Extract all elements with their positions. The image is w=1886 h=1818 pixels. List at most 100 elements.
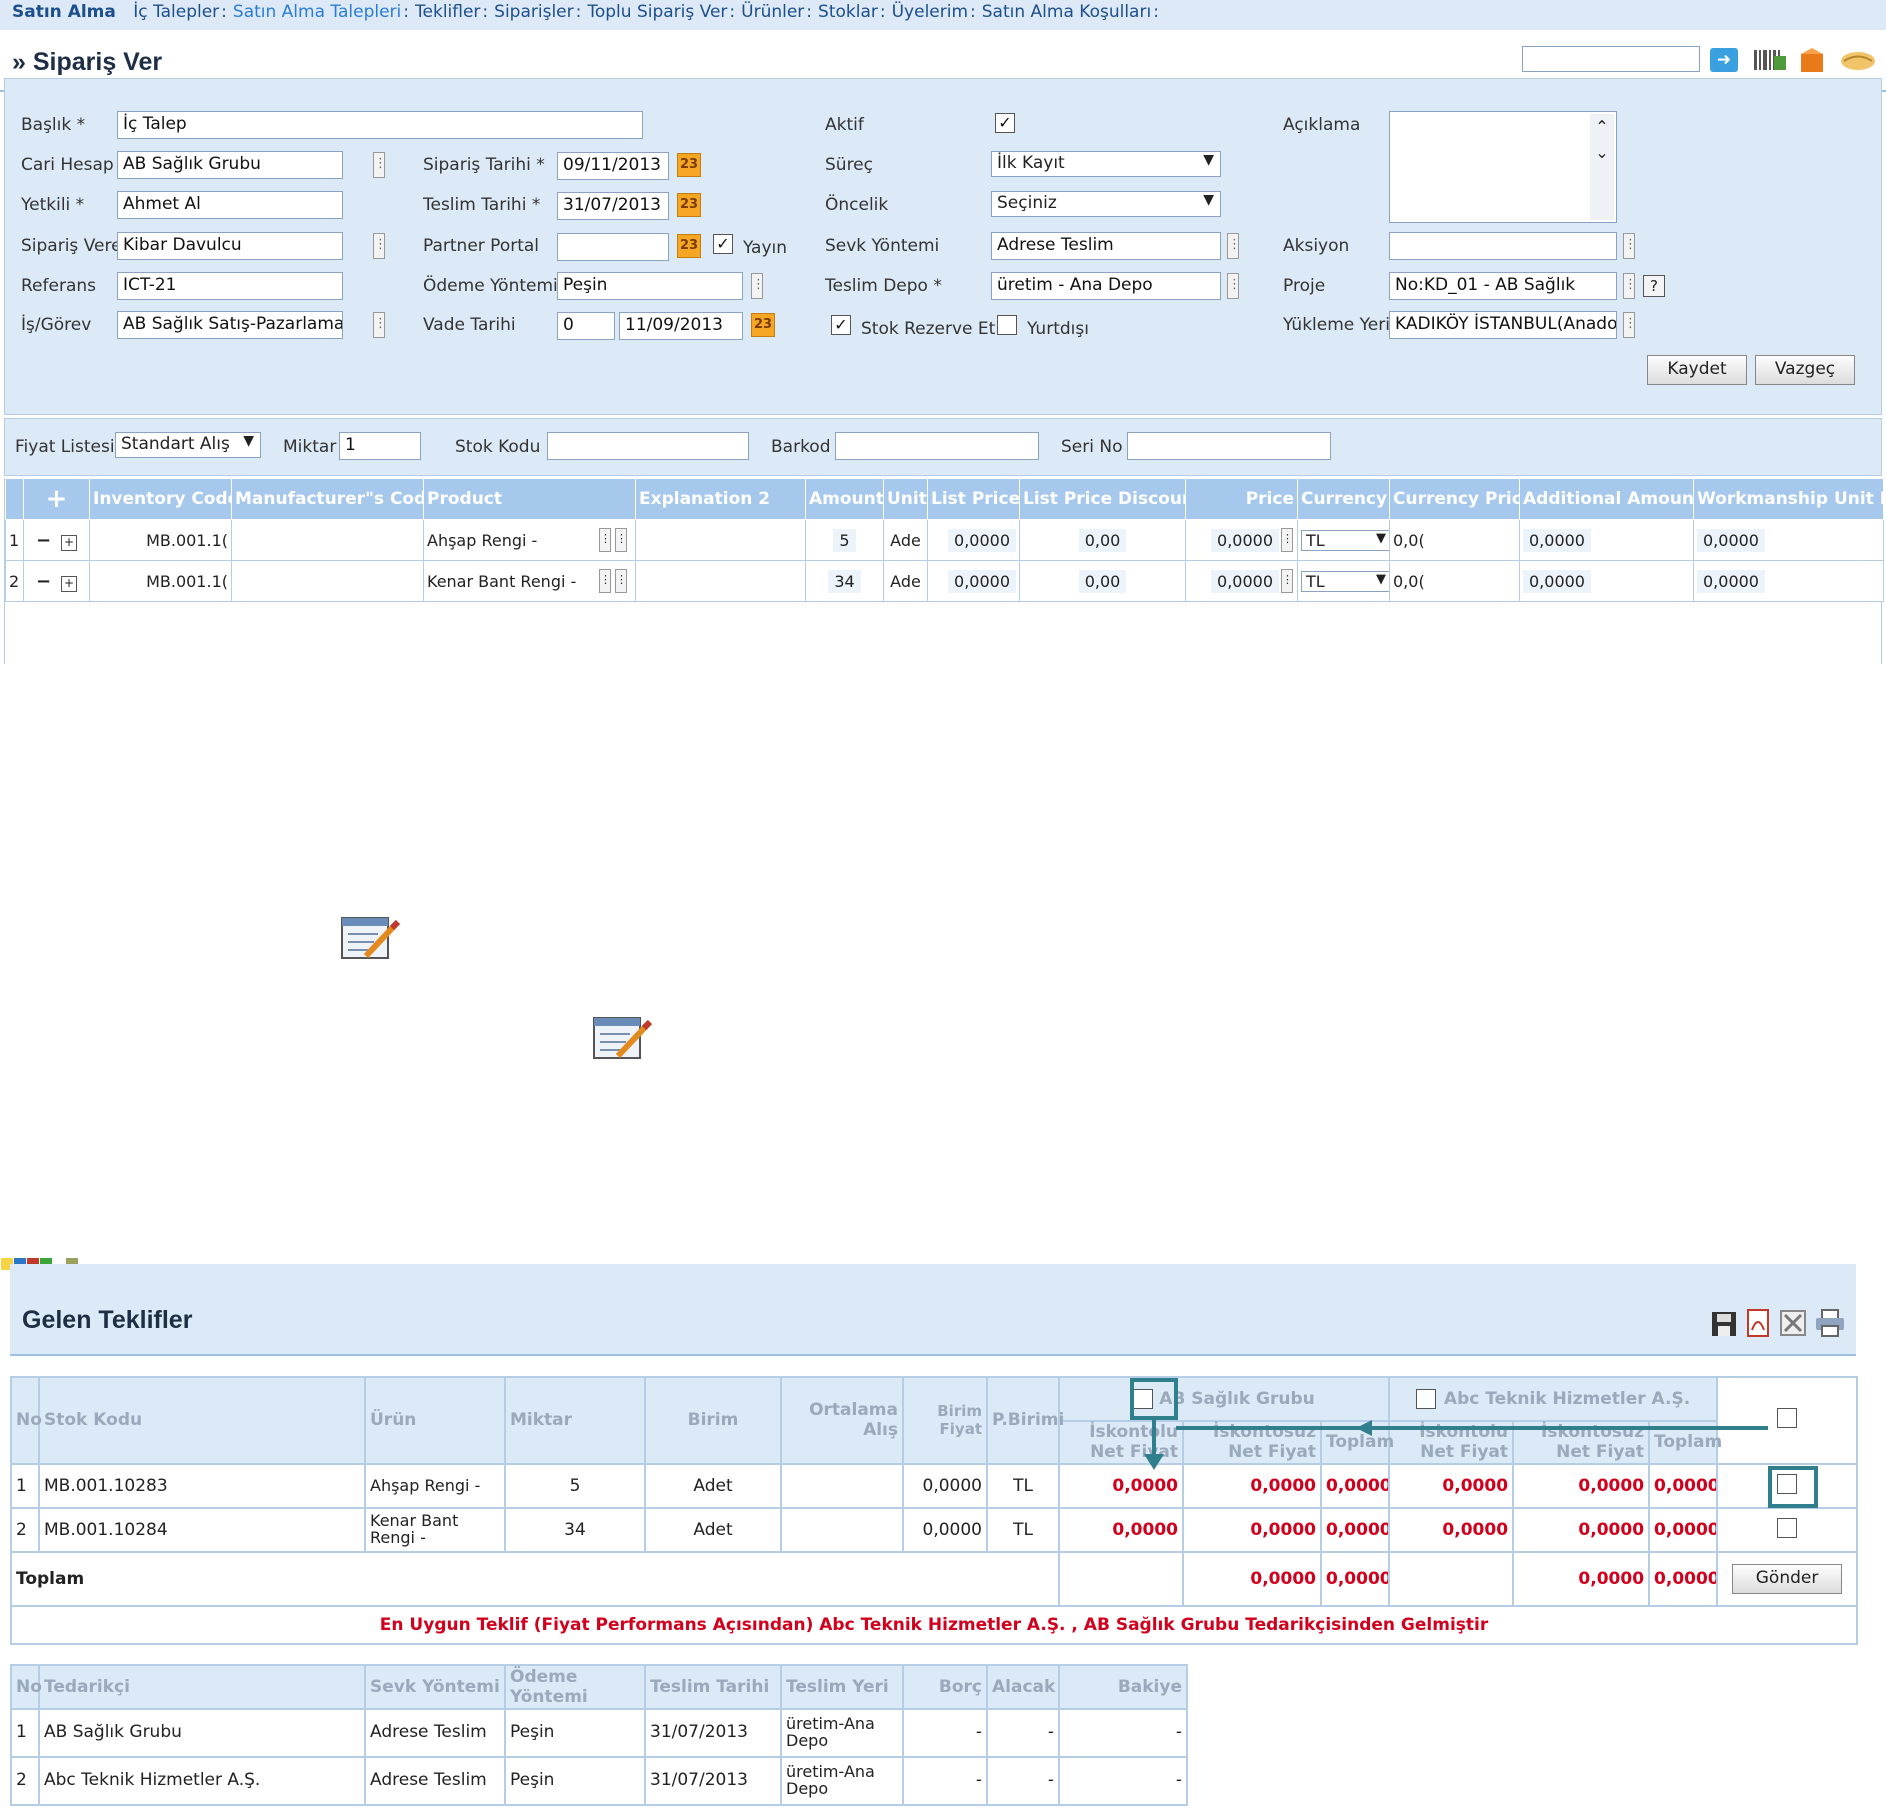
amount-value[interactable]: 5 <box>833 528 856 552</box>
discount-value[interactable]: 0,00 <box>1078 528 1127 552</box>
currency-price-value[interactable]: 0,0( <box>1393 531 1425 550</box>
amount-value[interactable]: 34 <box>828 569 861 593</box>
col-header[interactable]: Inventory Code <box>89 478 232 520</box>
col-header[interactable]: Product <box>423 478 636 520</box>
proje-picker-icon[interactable]: ⋮ <box>1623 273 1637 299</box>
yayin-checkbox[interactable]: ✓ <box>713 234 733 254</box>
nav-item[interactable]: Satın Alma Talepleri <box>233 2 401 22</box>
product-info-icon[interactable]: ⋮ <box>599 569 611 593</box>
nav-item[interactable]: Ürünler <box>741 2 804 22</box>
sevk-picker-icon[interactable]: ⋮ <box>1227 233 1241 259</box>
product-picker-icon[interactable]: ⋮ <box>615 569 627 593</box>
print-icon[interactable] <box>1814 1308 1846 1338</box>
referans-input[interactable]: ICT-21 <box>117 272 343 300</box>
workmanship-value[interactable]: 0,0000 <box>1697 528 1765 552</box>
edit-note-icon[interactable] <box>590 1012 656 1066</box>
siparis-veren-input[interactable]: Kibar Davulcu <box>117 232 343 260</box>
col-header[interactable]: List Price <box>927 478 1020 520</box>
teslim-tarihi-input[interactable]: 31/07/2013 <box>557 192 669 220</box>
seri-no-input[interactable] <box>1127 432 1331 460</box>
calendar-icon[interactable]: 23 <box>677 193 701 217</box>
barcode-icon[interactable] <box>1752 46 1788 74</box>
nav-item[interactable]: İç Talepler <box>133 2 219 22</box>
teslim-depo-input[interactable]: üretim - Ana Depo <box>991 272 1221 300</box>
siparis-tarihi-input[interactable]: 09/11/2013 <box>557 152 669 180</box>
nav-item[interactable]: Teklifler <box>415 2 480 22</box>
sevk-input[interactable]: Adrese Teslim <box>991 232 1221 260</box>
yukleme-input[interactable]: KADIKÖY İSTANBUL(Anado <box>1389 311 1617 339</box>
nav-item[interactable]: Toplu Sipariş Ver <box>587 2 727 22</box>
yurtdisi-checkbox[interactable] <box>997 315 1017 335</box>
stok-rezerve-checkbox[interactable]: ✓ <box>831 315 851 335</box>
currency-select[interactable]: TL ▼ <box>1301 570 1389 592</box>
list-price-value[interactable]: 0,0000 <box>948 528 1016 552</box>
product-picker-icon[interactable]: ⋮ <box>615 528 627 552</box>
product-name[interactable]: Kenar Bant Rengi - <box>427 572 576 591</box>
baslik-input[interactable]: İç Talep <box>117 111 643 139</box>
supplier2-checkbox[interactable] <box>1415 1388 1436 1409</box>
help-icon[interactable]: ? <box>1643 275 1665 297</box>
nav-item[interactable]: Siparişler <box>494 2 573 22</box>
col-header[interactable]: Amount <box>805 478 884 520</box>
scrollbar[interactable]: ⌃ ⌄ <box>1590 114 1614 220</box>
arrow-right-icon[interactable]: ➜ <box>1710 48 1738 72</box>
price-value[interactable]: 0,0000 <box>1211 569 1279 593</box>
isgorev-input[interactable]: AB Sağlık Satış-Pazarlama <box>117 311 343 339</box>
col-header[interactable]: Price <box>1185 478 1298 520</box>
pdf-icon[interactable] <box>1744 1308 1772 1338</box>
remove-row-icon[interactable]: − <box>36 530 51 551</box>
aciklama-textarea[interactable]: ⌃ ⌄ <box>1389 111 1617 223</box>
aksiyon-input[interactable] <box>1389 232 1617 260</box>
calendar-icon[interactable]: 23 <box>751 313 775 337</box>
quick-search-input[interactable] <box>1522 46 1700 72</box>
fiyat-listesi-select[interactable]: Standart Alış ▼ <box>115 432 261 458</box>
handshake-icon[interactable] <box>1838 46 1878 76</box>
surec-select[interactable]: İlk Kayıt ▼ <box>991 151 1221 177</box>
teslim-depo-picker-icon[interactable]: ⋮ <box>1227 273 1241 299</box>
odeme-picker-icon[interactable]: ⋮ <box>751 273 765 299</box>
col-header[interactable]: Explanation 2 <box>635 478 806 520</box>
stok-kodu-input[interactable] <box>547 432 749 460</box>
odeme-input[interactable]: Peşin <box>557 272 743 300</box>
barkod-input[interactable] <box>835 432 1039 460</box>
currency-price-value[interactable]: 0,0( <box>1393 572 1425 591</box>
product-info-icon[interactable]: ⋮ <box>599 528 611 552</box>
col-header[interactable]: Unit <box>883 478 928 520</box>
cari-picker-icon[interactable]: ⋮ <box>373 152 387 178</box>
price-picker-icon[interactable]: ⋮ <box>1281 569 1293 593</box>
proje-input[interactable]: No:KD_01 - AB Sağlık <box>1389 272 1617 300</box>
remove-row-icon[interactable]: − <box>36 571 51 592</box>
siparis-veren-picker-icon[interactable]: ⋮ <box>373 233 387 259</box>
additional-value[interactable]: 0,0000 <box>1523 528 1591 552</box>
cancel-button[interactable]: Vazgeç <box>1755 355 1855 385</box>
price-picker-icon[interactable]: ⋮ <box>1281 528 1293 552</box>
expand-row-icon[interactable]: + <box>61 575 78 592</box>
partner-portal-input[interactable] <box>557 233 669 261</box>
price-value[interactable]: 0,0000 <box>1211 528 1279 552</box>
discount-value[interactable]: 0,00 <box>1078 569 1127 593</box>
isgorev-picker-icon[interactable]: ⋮ <box>373 312 387 338</box>
col-header[interactable]: Currency Price <box>1389 478 1520 520</box>
edit-note-icon[interactable] <box>338 912 404 966</box>
calendar-icon[interactable]: 23 <box>677 153 701 177</box>
yetkili-input[interactable]: Ahmet Al <box>117 191 343 219</box>
aktif-checkbox[interactable]: ✓ <box>995 113 1015 133</box>
save-button[interactable]: Kaydet <box>1647 355 1747 385</box>
box-icon[interactable] <box>1798 46 1828 76</box>
col-header[interactable]: Additional Amount <box>1519 478 1694 520</box>
calendar-icon[interactable]: 23 <box>677 234 701 258</box>
row-select-checkbox[interactable] <box>1777 1517 1798 1538</box>
col-header[interactable]: Workmanship Unit Pri <box>1693 478 1884 520</box>
nav-item[interactable]: Üyelerim <box>892 2 968 22</box>
send-button[interactable]: Gönder <box>1732 1564 1843 1595</box>
cari-input[interactable]: AB Sağlık Grubu <box>117 151 343 179</box>
vade-date-input[interactable]: 11/09/2013 <box>619 312 743 340</box>
oncelik-select[interactable]: Seçiniz ▼ <box>991 191 1221 217</box>
expand-row-icon[interactable]: + <box>61 534 78 551</box>
list-price-value[interactable]: 0,0000 <box>948 569 1016 593</box>
product-name[interactable]: Ahşap Rengi - <box>427 531 537 550</box>
nav-brand[interactable]: Satın Alma <box>12 2 116 22</box>
vade-days-input[interactable]: 0 <box>557 312 615 340</box>
add-row-icon[interactable]: + <box>46 484 68 514</box>
col-header[interactable]: Currency <box>1297 478 1390 520</box>
